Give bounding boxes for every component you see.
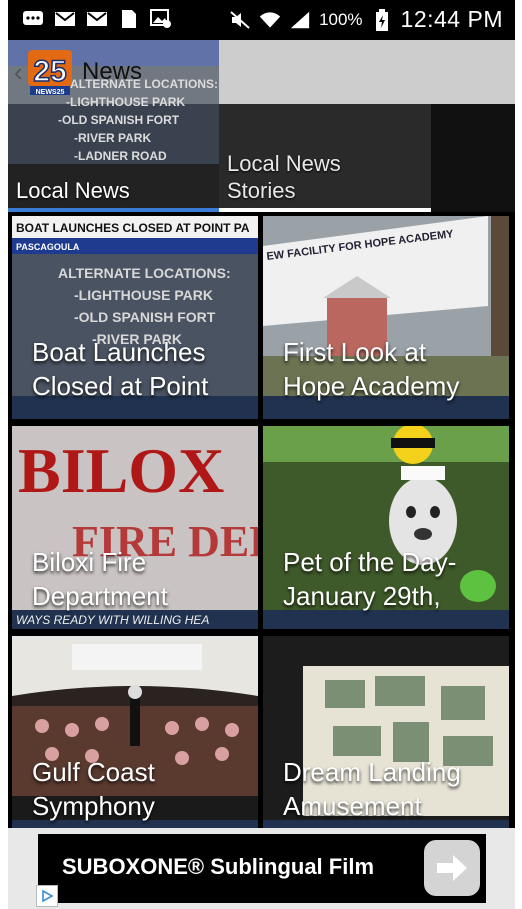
story-card[interactable]: Gulf Coast Symphony: [12, 636, 258, 839]
svg-text:-RIVER PARK: -RIVER PARK: [74, 131, 151, 145]
battery-percent: 100%: [319, 9, 363, 29]
ad-arrow-button[interactable]: [424, 840, 480, 896]
tab-label: Local News Stories: [227, 151, 341, 203]
battery-icon: [371, 8, 393, 31]
story-card[interactable]: BOAT LAUNCHES CLOSED AT POINT PA PASCAGO…: [12, 216, 258, 419]
chat-icon: [22, 9, 44, 29]
story-card[interactable]: Dream Landing Amusement: [263, 636, 509, 839]
story-title: Dream Landing Amusement: [283, 757, 461, 821]
status-bar: 100% 12:44 PM: [8, 0, 515, 40]
mute-icon: [229, 10, 251, 30]
story-title: Gulf Coast Symphony: [32, 757, 155, 821]
ad-text: SUBOXONE® Sublingual Film: [62, 854, 375, 879]
app-title: News: [82, 58, 143, 85]
tab-underline: [219, 208, 431, 212]
wifi-icon: [259, 10, 281, 30]
story-title: Pet of the Day- January 29th,: [283, 547, 457, 611]
thumb-line: -LIGHTHOUSE PARK: [74, 287, 213, 303]
image-icon: [150, 9, 172, 29]
story-title: First Look at Hope Academy: [283, 337, 460, 401]
story-grid: BOAT LAUNCHES CLOSED AT POINT PA PASCAGO…: [8, 216, 515, 839]
svg-text:NEWS25: NEWS25: [36, 89, 65, 96]
story-title: Boat Launches Closed at Point: [32, 337, 209, 401]
signal-icon: [289, 10, 311, 30]
svg-text:-OLD SPANISH FORT: -OLD SPANISH FORT: [58, 113, 180, 127]
adchoices-icon[interactable]: [36, 885, 58, 907]
clock: 12:44 PM: [400, 6, 503, 32]
sim-icon: [118, 9, 140, 29]
thumb-line: -OLD SPANISH FORT: [74, 309, 216, 325]
news25-logo[interactable]: 25 NEWS25: [26, 48, 76, 96]
thumb-ticker: WAYS READY WITH WILLING HEA: [16, 613, 209, 627]
story-title: Biloxi Fire Department: [32, 547, 168, 611]
mail-icon: [86, 9, 108, 29]
notification-icons: [22, 9, 172, 29]
system-icons: 100% 12:44 PM: [229, 6, 503, 33]
tab-local-news-stories[interactable]: Local News Stories: [219, 104, 431, 212]
tab-selected-indicator: [8, 208, 219, 212]
thumb-line: ALTERNATE LOCATIONS:: [58, 265, 231, 281]
story-card[interactable]: Pet of the Day- January 29th,: [263, 426, 509, 629]
ad-banner[interactable]: SUBOXONE® Sublingual Film: [8, 828, 515, 909]
app-header: ALTERNATE LOCATIONS: -LIGHTHOUSE PARK -O…: [8, 40, 515, 212]
tab-label: Local News: [16, 178, 130, 203]
thumb-location: PASCAGOULA: [16, 242, 80, 252]
arrow-right-icon: [437, 855, 467, 881]
tab-strip-filler: [431, 104, 515, 212]
phone-screen: 100% 12:44 PM ALTERNATE LOCATIONS: -LIGH…: [8, 0, 515, 909]
story-card[interactable]: EW FACILITY FOR HOPE ACADEMY First Look …: [263, 216, 509, 419]
mail-icon: [54, 9, 76, 29]
svg-text:25: 25: [33, 55, 66, 88]
action-bar-fill: [219, 40, 515, 104]
thumb-headline: BOAT LAUNCHES CLOSED AT POINT PA: [16, 221, 250, 235]
ad-content[interactable]: SUBOXONE® Sublingual Film: [38, 834, 486, 903]
svg-text:-LADNER ROAD: -LADNER ROAD: [74, 149, 167, 163]
story-card[interactable]: BILOX FIRE DEPT WAYS READY WITH WILLING …: [12, 426, 258, 629]
thumb-sign: BILOX: [18, 435, 224, 506]
